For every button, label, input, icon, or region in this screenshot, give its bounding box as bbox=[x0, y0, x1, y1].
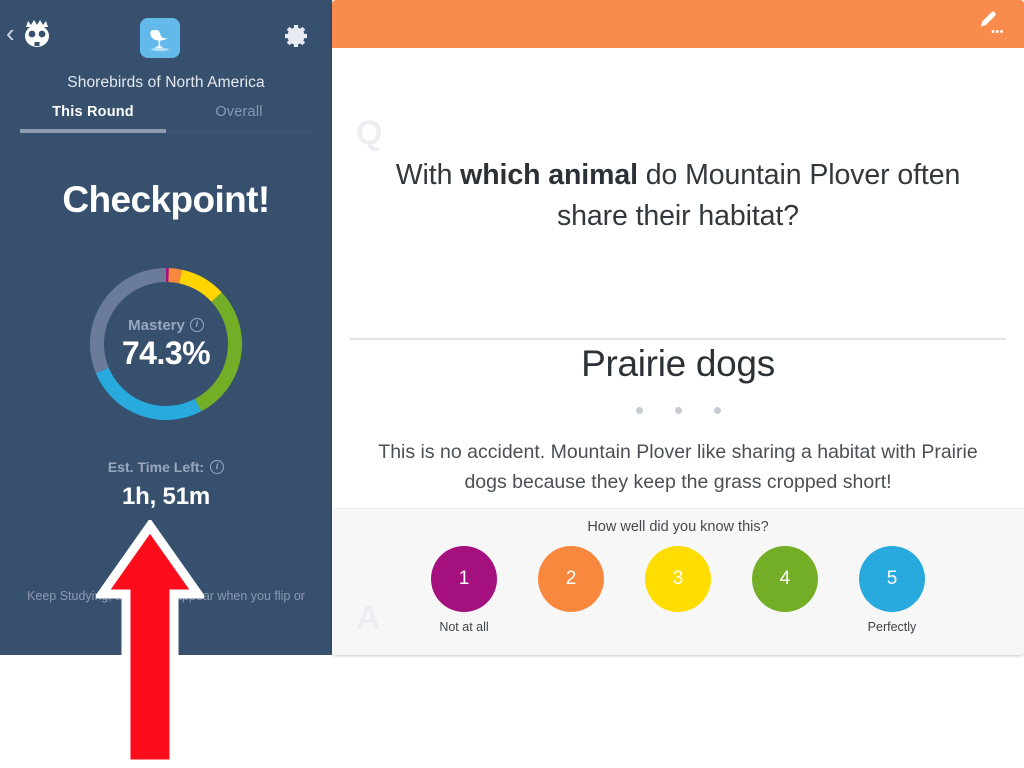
tab-this-round[interactable]: This Round bbox=[20, 104, 166, 133]
rating-prompt: How well did you know this? bbox=[587, 519, 769, 535]
rating-option-2: 2 bbox=[538, 546, 604, 634]
app-root: ‹ Shorebirds of North America This Round… bbox=[0, 0, 1024, 768]
back-chevron-icon[interactable]: ‹ bbox=[6, 20, 15, 46]
keep-studying-note: Keep Studying, this will disappear when … bbox=[27, 589, 305, 603]
question-bold: which animal bbox=[460, 159, 638, 191]
self-rating-bar: How well did you know this? 1 Not at all 2… bbox=[332, 508, 1024, 655]
answer-separator-dots bbox=[362, 407, 994, 414]
rating-options: 1 Not at all 2 3 4 5 Perfectly bbox=[332, 546, 1024, 634]
question-prefix: With bbox=[395, 159, 461, 191]
question-text: With which animal do Mountain Plover oft… bbox=[362, 48, 994, 238]
rating-button-5[interactable]: 5 bbox=[859, 546, 925, 612]
rating-button-1[interactable]: 1 bbox=[431, 546, 497, 612]
info-icon[interactable]: i bbox=[189, 318, 204, 332]
tab-overall[interactable]: Overall bbox=[166, 104, 312, 133]
pencil-edit-icon[interactable] bbox=[974, 10, 1004, 38]
owl-logo-icon[interactable] bbox=[20, 18, 54, 52]
time-left-label-row: Est. Time Left: i bbox=[107, 459, 225, 475]
flashcard: Q With which animal do Mountain Plover o… bbox=[332, 0, 1024, 655]
rating-button-2[interactable]: 2 bbox=[538, 546, 604, 612]
dot-icon bbox=[674, 407, 682, 414]
mastery-donut-chart: Mastery i 74.3% bbox=[83, 261, 249, 427]
info-icon[interactable]: i bbox=[210, 460, 225, 474]
rating-option-4: 4 bbox=[752, 546, 818, 634]
question-section: Q With which animal do Mountain Plover o… bbox=[332, 48, 1024, 340]
dot-icon bbox=[713, 407, 721, 414]
card-header-bar bbox=[332, 0, 1024, 48]
rating-option-3: 3 bbox=[645, 546, 711, 634]
page-title: Checkpoint! bbox=[62, 179, 270, 220]
dot-icon bbox=[635, 407, 643, 414]
rating-button-4[interactable]: 4 bbox=[752, 546, 818, 612]
stats-sidebar: ‹ Shorebirds of North America This Round… bbox=[0, 0, 332, 655]
shorebird-icon[interactable] bbox=[140, 18, 180, 58]
deck-title: Shorebirds of North America bbox=[67, 74, 265, 91]
gear-icon[interactable] bbox=[282, 22, 310, 50]
donut-center-labels: Mastery i 74.3% bbox=[83, 261, 249, 427]
explanation-text: This is no accident. Mountain Plover lik… bbox=[378, 441, 978, 493]
rating-option-1: 1 Not at all bbox=[431, 546, 497, 634]
time-left-label: Est. Time Left: bbox=[107, 459, 205, 475]
rating-caption: Not at all bbox=[439, 620, 489, 634]
sidebar-tabs: This Round Overall bbox=[0, 104, 332, 133]
time-left-value: 1h, 51m bbox=[122, 483, 210, 510]
rating-button-3[interactable]: 3 bbox=[645, 546, 711, 612]
time-left-block: Est. Time Left: i 1h, 51m bbox=[0, 459, 332, 511]
answer-section: A Prairie dogs This is no accident. Moun… bbox=[332, 291, 1024, 635]
mastery-label-row: Mastery i bbox=[128, 317, 204, 334]
answer-text: Prairie dogs bbox=[581, 343, 775, 384]
mastery-label: Mastery bbox=[128, 316, 185, 334]
sidebar-topbar: ‹ bbox=[0, 0, 332, 72]
rating-option-5: 5 Perfectly bbox=[859, 546, 925, 634]
rating-caption: Perfectly bbox=[867, 620, 917, 634]
mastery-value: 74.3% bbox=[121, 334, 211, 371]
question-marker: Q bbox=[356, 114, 383, 152]
